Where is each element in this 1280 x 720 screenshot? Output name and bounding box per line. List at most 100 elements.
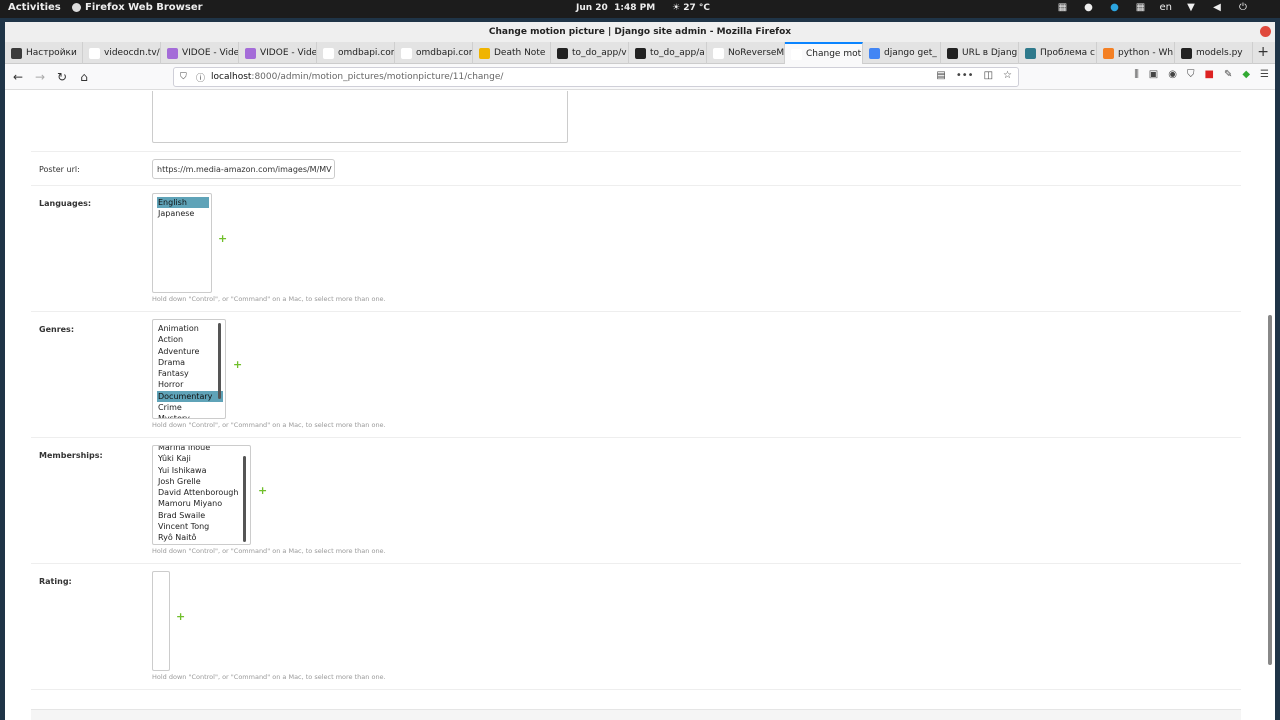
window-titlebar[interactable]: Change motion picture | Django site admi… [5,22,1275,42]
add-rating-button[interactable]: + [176,610,185,623]
poster-url-input[interactable]: https://m.media-amazon.com/images/M/MV [152,159,335,179]
select-option[interactable]: Marina Inoue [153,446,250,453]
extension-shield-icon[interactable]: ⛉ [1187,69,1195,80]
firefox-icon [72,3,81,12]
reload-button[interactable]: ↻ [51,66,73,88]
account-icon[interactable]: ◉ [1168,69,1177,80]
genres-label: Genres: [39,325,75,334]
browser-tab[interactable]: Настройки [5,42,83,64]
app-menu-label: Firefox Web Browser [85,2,203,13]
select-option[interactable]: David Attenborough [153,487,250,498]
tab-label: models.py [1196,48,1243,58]
tab-label: Проблема с [1040,48,1095,58]
select-option[interactable]: Japanese [153,208,211,219]
url-bar[interactable]: ⛉ ⓘ localhost:8000/admin/motion_pictures… [173,67,1019,87]
select-option[interactable]: Brad Swaile [153,510,250,521]
add-genre-button[interactable]: + [233,358,242,371]
volume-icon[interactable]: ◀ [1210,2,1224,13]
window-title: Change motion picture | Django site admi… [488,27,792,37]
workspace-icon[interactable]: ▦ [1056,2,1070,13]
add-membership-button[interactable]: + [258,484,267,497]
reader-view-icon[interactable]: ▤ [936,70,945,81]
select-option[interactable]: Crime [153,402,225,413]
select-option[interactable]: Action [153,334,225,345]
memberships-select[interactable]: Marina Inoue Yûki Kaji Yui Ishikawa Josh Gr… [152,445,251,545]
add-language-button[interactable]: + [218,232,227,245]
select-option[interactable]: Josh Grelle [153,476,250,487]
library-icon[interactable]: ⫼ [1134,69,1139,80]
browser-tab[interactable]: videocdn.tv/api [83,42,161,64]
page-content: Poster url: https://m.media-amazon.com/i… [5,91,1275,720]
page-scrollbar[interactable] [1268,315,1272,665]
browser-tab[interactable]: URL в Djang [941,42,1019,64]
select-option[interactable]: Mamoru Miyano [153,498,250,509]
sidebar-icon[interactable]: ▣ [1149,69,1158,80]
memberships-scrollbar[interactable] [243,456,246,542]
weather-indicator[interactable]: ☀ 27 °C [672,3,710,13]
url-bar-actions: ▤ ••• ◫ ☆ [936,70,1012,81]
form-row-genres: Genres: Animation Action Adventure Drama Fan… [31,312,1241,438]
tab-label: VIDOE - Vide [260,48,317,58]
browser-tab[interactable]: models.py [1175,42,1253,64]
languages-help-text: Hold down "Control", or "Command" on a M… [152,295,386,303]
browser-tab[interactable]: NoReverseMatc [707,42,785,64]
memberships-help-text: Hold down "Control", or "Command" on a M… [152,547,386,555]
shield-icon[interactable]: ⛉ [180,72,190,82]
select-option[interactable]: Yûki Kaji [153,453,250,464]
browser-tab[interactable]: Death Note [473,42,551,64]
info-icon[interactable]: ⓘ [196,71,205,84]
select-option[interactable]: Drama [153,357,225,368]
browser-tab[interactable]: python - Wh [1097,42,1175,64]
home-button[interactable]: ⌂ [73,66,95,88]
select-option[interactable]: Yui Ishikawa [153,465,250,476]
tab-favicon-icon [89,47,100,59]
browser-tab[interactable]: VIDOE - Vide [161,42,239,64]
browser-tab[interactable]: Change motio✕ [785,42,863,64]
browser-tab[interactable]: django get_ [863,42,941,64]
grid-icon[interactable]: ▦ [1134,2,1148,13]
extension-tool-icon[interactable]: ✎ [1224,69,1232,80]
select-option[interactable]: Vincent Tong [153,521,250,532]
select-option[interactable]: Documentary [157,390,223,403]
browser-tab[interactable]: VIDOE - Vide [239,42,317,64]
browser-tab[interactable]: Проблема с [1019,42,1097,64]
app-menu[interactable]: Firefox Web Browser [72,2,203,13]
description-textarea[interactable] [152,91,568,143]
page-actions-icon[interactable]: ••• [956,70,974,81]
keyboard-layout[interactable]: en [1160,2,1173,13]
browser-tab[interactable]: to_do_app/v [551,42,629,64]
languages-select[interactable]: English Japanese [152,193,212,293]
browser-tab[interactable]: to_do_app/a [629,42,707,64]
clock[interactable]: Jun 20 1:48 PM [576,3,655,13]
forward-button[interactable]: → [29,66,51,88]
wifi-icon[interactable]: ▼ [1184,2,1198,13]
rating-select[interactable] [152,571,170,671]
new-tab-button[interactable]: + [1257,44,1269,60]
back-button[interactable]: ← [7,66,29,88]
select-option[interactable]: Horror [153,379,225,390]
select-option[interactable]: Adventure [153,346,225,357]
form-row-rating: Rating: + Hold down "Control", or "Comma… [31,564,1241,690]
genres-scrollbar[interactable] [218,323,221,399]
close-window-button[interactable] [1260,26,1271,37]
time-label: 1:48 PM [614,3,656,13]
bookmark-star-icon[interactable]: ☆ [1003,70,1012,81]
genres-select[interactable]: Animation Action Adventure Drama Fantasy Horr… [152,319,226,419]
select-option[interactable]: English [157,197,209,209]
pocket-icon[interactable]: ◫ [984,70,993,81]
menu-icon[interactable]: ☰ [1260,69,1269,80]
browser-tab[interactable]: omdbapi.com/? [395,42,473,64]
tab-label: Change motio [806,49,863,59]
telegram-icon[interactable]: ● [1108,2,1122,13]
select-option[interactable]: Ryô Naitô [153,532,250,543]
toolbar-right: ⫼ ▣ ◉ ⛉ ■ ✎ ◆ ☰ [1134,69,1269,80]
select-option[interactable]: Animation [153,323,225,334]
browser-tab[interactable]: omdbapi.com/? [317,42,395,64]
extension-green-icon[interactable]: ◆ [1242,69,1250,80]
power-icon[interactable]: ⏻ [1236,2,1250,13]
select-option[interactable]: Fantasy [153,368,225,379]
select-option[interactable]: Mystery [153,413,225,418]
activities-button[interactable]: Activities [8,2,61,13]
extension-red-icon[interactable]: ■ [1204,69,1213,80]
indicator-icon[interactable]: ● [1082,2,1096,13]
